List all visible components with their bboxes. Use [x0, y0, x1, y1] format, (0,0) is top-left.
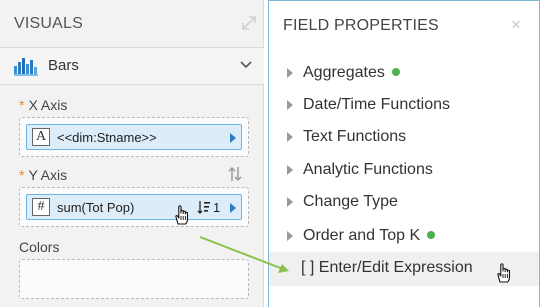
text-type-icon: A: [32, 128, 50, 146]
sort-order-icon: [197, 201, 210, 214]
y-axis-label: * Y Axis: [19, 167, 67, 183]
fp-item-label: [ ] Enter/Edit Expression: [301, 259, 473, 276]
y-axis-field-pill[interactable]: # sum(Tot Pop) 1: [26, 194, 242, 220]
y-axis-label-text: Y Axis: [28, 167, 68, 183]
fp-item-date-time-functions[interactable]: Date/Time Functions: [269, 89, 539, 121]
x-axis-label-text: X Axis: [28, 97, 68, 113]
sort-order-number: 1: [213, 200, 221, 215]
fp-item-label: Analytic Functions: [303, 161, 433, 178]
fp-item-change-type[interactable]: Change Type: [269, 186, 539, 218]
expand-triangle-icon: [287, 231, 293, 241]
field-properties-panel: FIELD PROPERTIES × Aggregates Date/Time …: [268, 0, 540, 307]
expand-triangle-icon: [287, 68, 293, 78]
expand-triangle-icon: [287, 100, 293, 110]
pill-expand-arrow-icon[interactable]: [230, 203, 236, 213]
x-axis-shelf[interactable]: A <<dim:Stname>>: [19, 117, 249, 157]
fp-item-label: Order and Top K: [303, 227, 421, 244]
visuals-header: VISUALS: [0, 0, 264, 48]
chevron-down-icon[interactable]: [240, 60, 252, 70]
fp-item-label: Change Type: [303, 193, 398, 210]
visuals-title: VISUALS: [14, 15, 83, 32]
x-axis-field-pill[interactable]: A <<dim:Stname>>: [26, 124, 242, 150]
pill-expand-arrow-icon[interactable]: [230, 133, 236, 143]
visuals-panel: VISUALS Bars * X Axis A <<dim:Stname>> *…: [0, 0, 264, 307]
active-indicator-dot: [391, 67, 400, 76]
active-indicator-dot: [427, 230, 436, 239]
hand-cursor-icon: [497, 263, 511, 283]
close-icon[interactable]: ×: [511, 16, 521, 33]
expand-triangle-icon: [287, 165, 293, 175]
hand-cursor-icon: [175, 205, 189, 225]
y-axis-shelf[interactable]: # sum(Tot Pop) 1: [19, 187, 249, 227]
fp-item-label: Date/Time Functions: [303, 96, 451, 113]
chart-type-label: Bars: [48, 57, 79, 74]
swap-axes-icon[interactable]: [227, 165, 243, 183]
colors-label: Colors: [19, 239, 60, 255]
fp-item-label: Aggregates: [303, 64, 385, 81]
x-axis-label: * X Axis: [19, 97, 67, 113]
expand-icon[interactable]: [240, 14, 258, 32]
fp-item-label: Text Functions: [303, 128, 407, 145]
fp-item-order-and-top-k[interactable]: Order and Top K: [269, 220, 539, 252]
bars-chart-icon: [14, 58, 38, 76]
fp-item-analytic-functions[interactable]: Analytic Functions: [269, 154, 539, 186]
x-axis-field-name: <<dim:Stname>>: [57, 130, 157, 145]
number-type-icon: #: [32, 198, 50, 216]
y-axis-field-name: sum(Tot Pop): [57, 200, 135, 215]
expand-triangle-icon: [287, 132, 293, 142]
field-properties-title: FIELD PROPERTIES: [283, 17, 439, 34]
required-marker: *: [19, 167, 25, 183]
colors-shelf[interactable]: [19, 259, 249, 299]
chart-type-selector[interactable]: Bars: [0, 47, 264, 85]
expand-triangle-icon: [287, 197, 293, 207]
required-marker: *: [19, 97, 25, 113]
fp-item-aggregates[interactable]: Aggregates: [269, 57, 539, 89]
fp-item-text-functions[interactable]: Text Functions: [269, 121, 539, 153]
